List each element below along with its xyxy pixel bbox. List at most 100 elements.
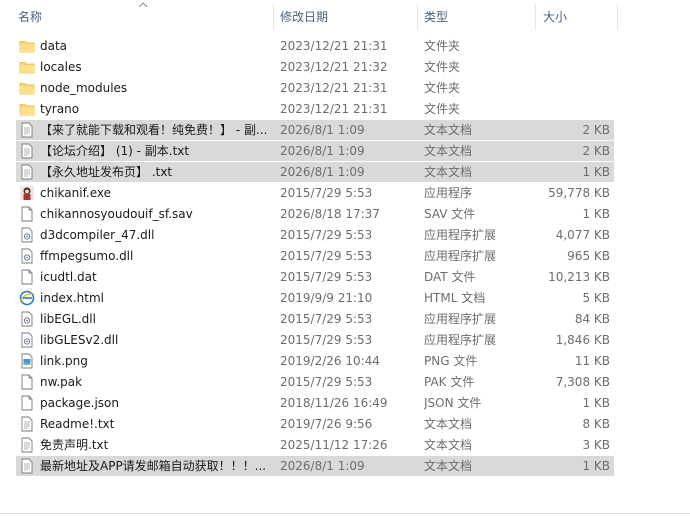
file-row[interactable]: 【永久地址发布页】 .txt 2026/8/1 1:09 文本文档 1 KB <box>0 162 690 183</box>
text-file-icon <box>19 122 35 138</box>
file-type: 文件夹 <box>424 39 461 53</box>
app-exe-icon <box>19 185 35 201</box>
file-row[interactable]: node_modules 2023/12/21 21:31 文件夹 <box>0 78 690 99</box>
file-type: 文件夹 <box>424 102 461 116</box>
file-row[interactable]: libEGL.dll 2015/7/29 5:53 应用程序扩展 84 KB <box>0 309 690 330</box>
text-file-icon <box>19 416 35 432</box>
column-header-date[interactable]: 修改日期 <box>274 0 416 36</box>
file-modified-date: 2026/8/1 1:09 <box>280 459 365 473</box>
file-size: 1 KB <box>582 396 610 410</box>
text-file-icon <box>19 164 35 180</box>
file-name[interactable]: package.json <box>40 393 270 414</box>
file-name[interactable]: 免责声明.txt <box>40 435 270 456</box>
file-name[interactable]: d3dcompiler_47.dll <box>40 225 270 246</box>
file-size: 965 KB <box>567 249 610 263</box>
file-row[interactable]: d3dcompiler_47.dll 2015/7/29 5:53 应用程序扩展 4,… <box>0 225 690 246</box>
file-row[interactable]: locales 2023/12/21 21:32 文件夹 <box>0 57 690 78</box>
file-row[interactable]: libGLESv2.dll 2015/7/29 5:53 应用程序扩展 1,846 K… <box>0 330 690 351</box>
file-type: 文本文档 <box>424 144 473 158</box>
file-name[interactable]: nw.pak <box>40 372 270 393</box>
file-row[interactable]: nw.pak 2015/7/29 5:53 PAK 文件 7,308 KB <box>0 372 690 393</box>
file-modified-date: 2025/11/12 17:26 <box>280 438 388 452</box>
dll-file-icon <box>19 332 35 348</box>
file-type: 文本文档 <box>424 417 473 431</box>
file-name[interactable]: 【论坛介绍】 (1) - 副本.txt <box>40 141 270 162</box>
column-header-type[interactable]: 类型 <box>418 0 534 36</box>
file-row[interactable]: link.png 2019/2/26 10:44 PNG 文件 11 KB <box>0 351 690 372</box>
file-name[interactable]: 最新地址及APP请发邮箱自动获取！！！... <box>40 456 270 477</box>
file-size: 3 KB <box>582 438 610 452</box>
file-row[interactable]: package.json 2018/11/26 16:49 JSON 文件 1 KB <box>0 393 690 414</box>
file-type: SAV 文件 <box>424 207 476 221</box>
file-modified-date: 2015/7/29 5:53 <box>280 375 373 389</box>
text-file-icon <box>19 437 35 453</box>
file-row[interactable]: tyrano 2023/12/21 21:31 文件夹 <box>0 99 690 120</box>
file-name[interactable]: node_modules <box>40 78 270 99</box>
file-row[interactable]: chikannosyoudouif_sf.sav 2026/8/18 17:37 S… <box>0 204 690 225</box>
file-modified-date: 2019/7/26 9:56 <box>280 417 373 431</box>
file-name[interactable]: libEGL.dll <box>40 309 270 330</box>
file-row[interactable]: 【来了就能下载和观看！纯免费！】 - 副... 2026/8/1 1:09 文本文档… <box>0 120 690 141</box>
file-row[interactable]: Readme!.txt 2019/7/26 9:56 文本文档 8 KB <box>0 414 690 435</box>
file-type: 文件夹 <box>424 81 461 95</box>
file-name[interactable]: locales <box>40 57 270 78</box>
file-size <box>540 36 610 57</box>
file-name[interactable]: ffmpegsumo.dll <box>40 246 270 267</box>
file-type: PAK 文件 <box>424 375 475 389</box>
file-row[interactable]: data 2023/12/21 21:31 文件夹 <box>0 36 690 57</box>
file-name[interactable]: index.html <box>40 288 270 309</box>
file-name[interactable]: libGLESv2.dll <box>40 330 270 351</box>
text-file-icon <box>19 143 35 159</box>
file-row[interactable]: chikanif.exe 2015/7/29 5:53 应用程序 59,778 KB <box>0 183 690 204</box>
file-modified-date: 2023/12/21 21:31 <box>280 102 388 116</box>
file-modified-date: 2019/9/9 21:10 <box>280 291 373 305</box>
file-size: 8 KB <box>582 417 610 431</box>
folder-icon <box>19 38 35 54</box>
file-name[interactable]: 【永久地址发布页】 .txt <box>40 162 270 183</box>
file-type: 文本文档 <box>424 123 473 137</box>
generic-file-icon <box>19 374 35 390</box>
file-row[interactable]: 最新地址及APP请发邮箱自动获取！！！... 2026/8/1 1:09 文本文档 1… <box>0 456 690 477</box>
image-file-icon <box>19 353 35 369</box>
divider <box>0 513 690 514</box>
file-row[interactable]: index.html 2019/9/9 21:10 HTML 文档 5 KB <box>0 288 690 309</box>
file-size <box>540 78 610 99</box>
file-name[interactable]: link.png <box>40 351 270 372</box>
folder-icon <box>19 80 35 96</box>
file-type: 应用程序 <box>424 186 473 200</box>
folder-icon <box>19 101 35 117</box>
file-name[interactable]: Readme!.txt <box>40 414 270 435</box>
file-name[interactable]: icudtl.dat <box>40 267 270 288</box>
file-size <box>540 99 610 120</box>
file-name[interactable]: 【来了就能下载和观看！纯免费！】 - 副... <box>40 120 270 141</box>
column-divider[interactable] <box>617 4 618 30</box>
file-name[interactable]: data <box>40 36 270 57</box>
file-type: HTML 文档 <box>424 291 486 305</box>
column-divider[interactable] <box>535 4 536 30</box>
generic-file-icon <box>19 206 35 222</box>
column-header-size[interactable]: 大小 <box>537 0 617 36</box>
file-row[interactable]: icudtl.dat 2015/7/29 5:53 DAT 文件 10,213 KB <box>0 267 690 288</box>
file-type: 应用程序扩展 <box>424 333 497 347</box>
file-size: 1 KB <box>582 165 610 179</box>
file-size: 1,846 KB <box>555 333 610 347</box>
file-name[interactable]: chikanif.exe <box>40 183 270 204</box>
file-row[interactable]: 【论坛介绍】 (1) - 副本.txt 2026/8/1 1:09 文本文档 2 KB <box>0 141 690 162</box>
file-modified-date: 2026/8/1 1:09 <box>280 165 365 179</box>
file-size: 59,778 KB <box>548 186 610 200</box>
file-row[interactable]: 免责声明.txt 2025/11/12 17:26 文本文档 3 KB <box>0 435 690 456</box>
file-modified-date: 2023/12/21 21:31 <box>280 39 388 53</box>
file-type: 应用程序扩展 <box>424 312 497 326</box>
file-type: 文本文档 <box>424 165 473 179</box>
dll-file-icon <box>19 227 35 243</box>
file-modified-date: 2018/11/26 16:49 <box>280 396 388 410</box>
file-name[interactable]: tyrano <box>40 99 270 120</box>
file-size: 84 KB <box>574 312 610 326</box>
folder-icon <box>19 59 35 75</box>
file-modified-date: 2026/8/1 1:09 <box>280 144 365 158</box>
file-name[interactable]: chikannosyoudouif_sf.sav <box>40 204 270 225</box>
file-row[interactable]: ffmpegsumo.dll 2015/7/29 5:53 应用程序扩展 965 KB <box>0 246 690 267</box>
file-modified-date: 2015/7/29 5:53 <box>280 228 373 242</box>
file-modified-date: 2015/7/29 5:53 <box>280 186 373 200</box>
file-size: 5 KB <box>582 291 610 305</box>
